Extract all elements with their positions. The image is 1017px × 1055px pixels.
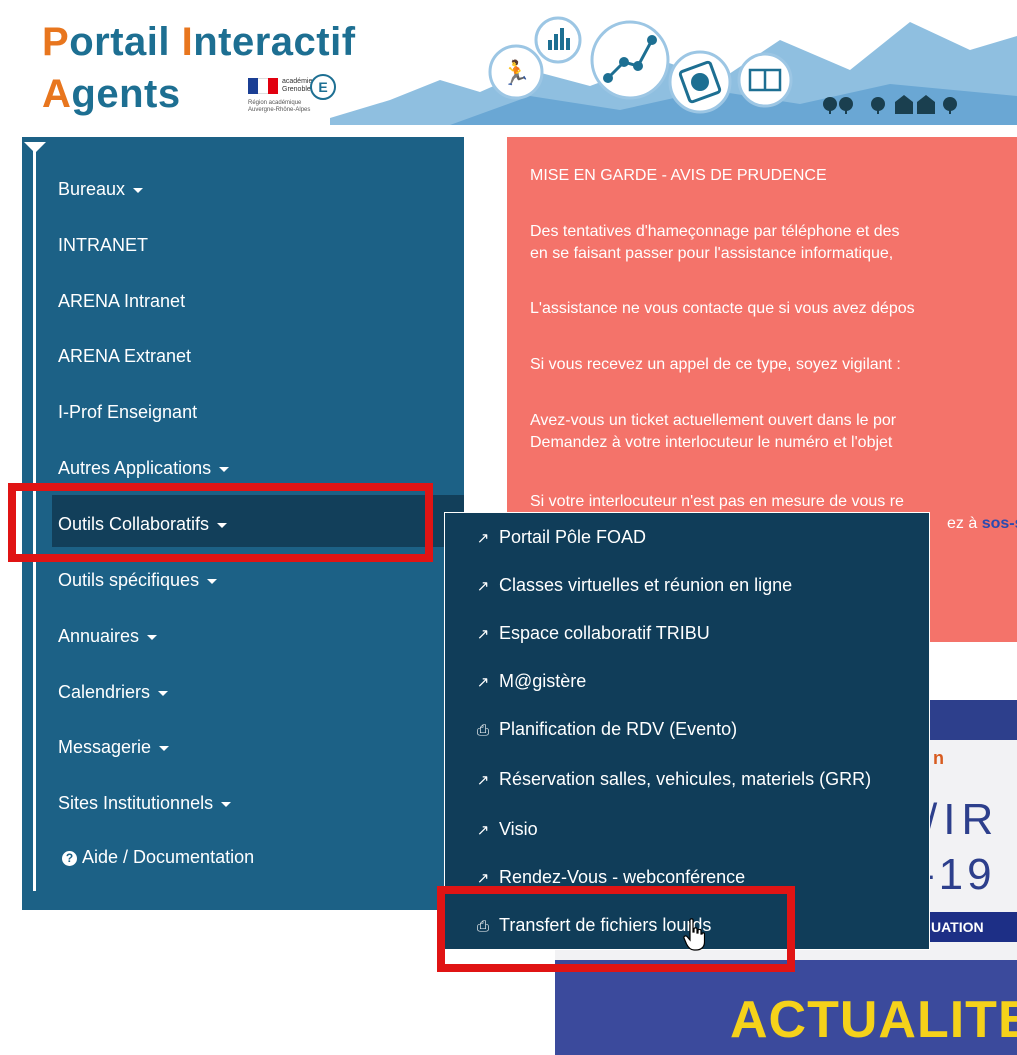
sidebar-item-iprof[interactable]: I-Prof Enseignant bbox=[58, 402, 197, 423]
sidebar-item-annuaires[interactable]: Annuaires bbox=[58, 626, 158, 647]
sidebar-item-arena-extranet[interactable]: ARENA Extranet bbox=[58, 346, 191, 367]
sidebar-item-messagerie[interactable]: Messagerie bbox=[58, 737, 170, 758]
warning-text: L'assistance ne vous contacte que si vou… bbox=[530, 300, 915, 317]
portal-title-line2: Agents bbox=[42, 72, 181, 116]
warning-text: ez à sos-s bbox=[947, 513, 1017, 534]
external-link-icon: ↗ bbox=[476, 674, 490, 691]
tablet-chart-icon bbox=[668, 50, 732, 114]
portal-title-line1: Portail Interactif bbox=[42, 20, 356, 64]
academy-name: académie Grenoble bbox=[282, 78, 313, 93]
sidebar-item-aide[interactable]: ? Aide / Documentation bbox=[62, 847, 254, 868]
warning-text: en se faisant passer pour l'assistance i… bbox=[530, 245, 894, 262]
warning-text: Demandez à votre interlocuteur le numéro… bbox=[530, 434, 893, 451]
caret-down-icon bbox=[219, 466, 230, 472]
caret-down-icon bbox=[158, 690, 169, 696]
warning-text: Si vous recevez un appel de ce type, soy… bbox=[530, 356, 901, 373]
highlight-box-outils-collaboratifs bbox=[8, 483, 433, 562]
sidebar-item-bureaux[interactable]: Bureaux bbox=[58, 179, 144, 200]
poster-line2: -19 bbox=[920, 850, 996, 899]
external-link-icon: ↗ bbox=[476, 530, 490, 547]
outils-collaboratifs-dropdown: ↗ Portail Pôle FOAD ↗ Classes virtuelles e… bbox=[444, 512, 930, 950]
menu-item-evento[interactable]: ⎙ Planification de RDV (Evento) bbox=[474, 719, 737, 740]
caret-down-icon bbox=[159, 745, 170, 751]
network-icon bbox=[590, 20, 670, 100]
academy-region: Région académique Auvergne-Rhône-Alpes bbox=[248, 100, 311, 113]
poster-line1: /IR bbox=[925, 795, 1000, 844]
poster-orange-text: n bbox=[933, 748, 944, 768]
inbox-icon: ⎙ bbox=[476, 722, 489, 739]
french-flag-icon bbox=[248, 78, 278, 94]
caret-down-icon bbox=[133, 187, 144, 193]
caret-down-icon bbox=[221, 801, 232, 807]
book-icon bbox=[737, 52, 793, 108]
caret-down-icon bbox=[147, 634, 158, 640]
runner-icon: 🏃 bbox=[488, 44, 544, 100]
menu-item-grr[interactable]: ↗ Réservation salles, vehicules, materiel… bbox=[474, 769, 871, 790]
question-circle-icon: ? bbox=[62, 850, 77, 866]
menu-item-magistere[interactable]: ↗ M@gistère bbox=[474, 671, 587, 692]
sidebar-item-calendriers[interactable]: Calendriers bbox=[58, 682, 169, 703]
external-link-icon: ↗ bbox=[476, 626, 490, 643]
sidebar-item-autres-applications[interactable]: Autres Applications bbox=[58, 458, 230, 479]
highlight-box-transfert-fichiers bbox=[437, 886, 795, 972]
external-link-icon: ↗ bbox=[476, 578, 490, 595]
academy-logo: académie Grenoble E Région académique Au… bbox=[248, 74, 336, 120]
menu-item-tribu[interactable]: ↗ Espace collaboratif TRIBU bbox=[474, 623, 710, 644]
header-banner: 🏃 bbox=[330, 16, 1017, 125]
external-link-icon: ↗ bbox=[476, 870, 490, 887]
external-link-icon: ↗ bbox=[476, 822, 490, 839]
warning-text: Avez-vous un ticket actuellement ouvert … bbox=[530, 412, 897, 429]
external-link-icon: ↗ bbox=[476, 772, 490, 789]
caret-down-icon bbox=[207, 578, 218, 584]
warning-text: Des tentatives d'hameçonnage par télépho… bbox=[530, 223, 900, 240]
sidebar-item-arena-intranet[interactable]: ARENA Intranet bbox=[58, 291, 185, 312]
menu-item-visio[interactable]: ↗ Visio bbox=[474, 819, 538, 840]
bar-chart-icon bbox=[534, 16, 582, 64]
menu-item-rendez-vous[interactable]: ↗ Rendez-Vous - webconférence bbox=[474, 867, 745, 888]
warning-title: MISE EN GARDE - AVIS DE PRUDENCE bbox=[530, 167, 827, 184]
sidebar-item-intranet[interactable]: INTRANET bbox=[58, 235, 148, 256]
poster-headline: ACTUALITES bbox=[730, 991, 1017, 1049]
menu-item-portail-foad[interactable]: ↗ Portail Pôle FOAD bbox=[474, 527, 646, 548]
warning-text: Si votre interlocuteur n'est pas en mesu… bbox=[530, 493, 904, 510]
hand-pointer-cursor-icon bbox=[683, 918, 705, 951]
sos-link[interactable]: sos-s bbox=[982, 515, 1017, 532]
sidebar-item-outils-specifiques[interactable]: Outils spécifiques bbox=[58, 570, 218, 591]
sidebar-item-sites-institutionnels[interactable]: Sites Institutionnels bbox=[58, 793, 232, 814]
menu-item-classes-virtuelles[interactable]: ↗ Classes virtuelles et réunion en ligne bbox=[474, 575, 792, 596]
svg-text:🏃: 🏃 bbox=[501, 59, 531, 87]
poster-badge: UATION bbox=[925, 912, 1017, 942]
